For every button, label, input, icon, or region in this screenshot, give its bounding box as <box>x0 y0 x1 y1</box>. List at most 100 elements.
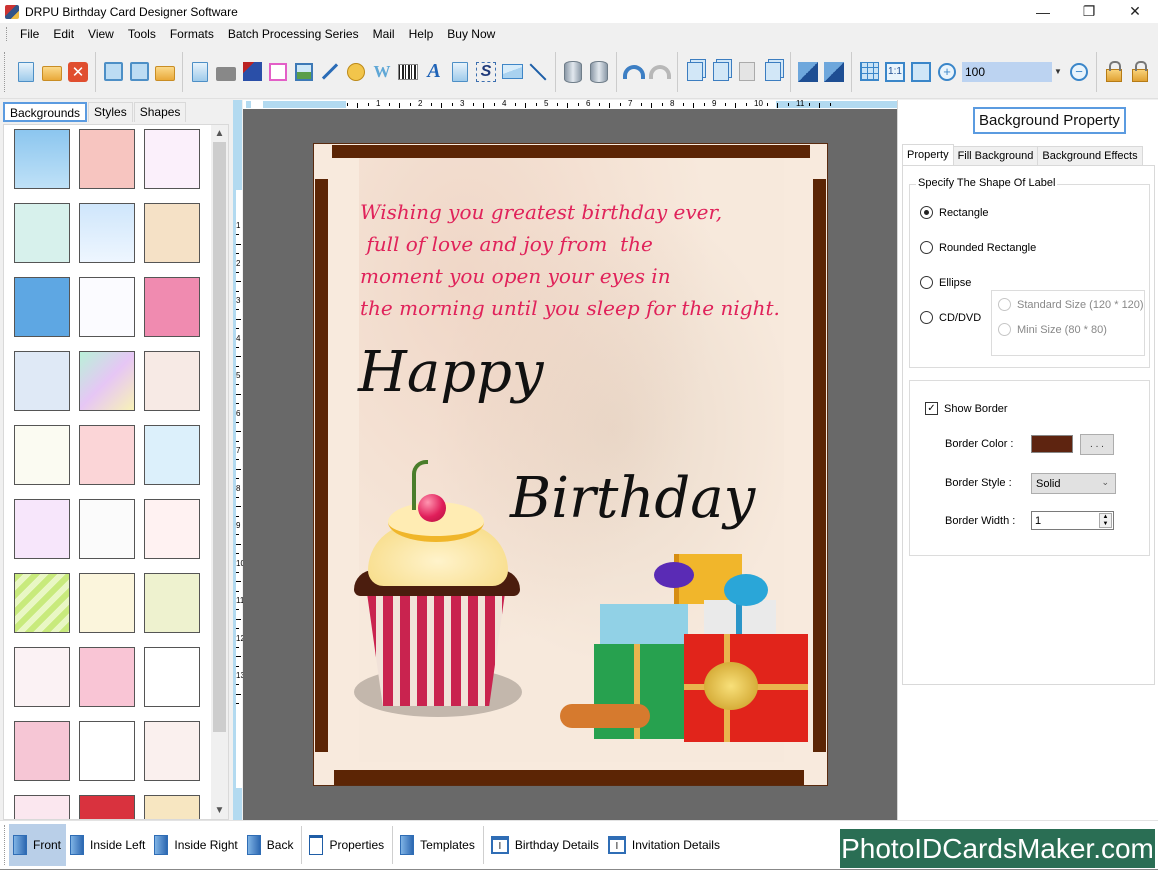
background-thumbnail-balloon-bunches[interactable] <box>79 499 135 559</box>
new-button[interactable] <box>15 61 37 83</box>
unlock-button[interactable] <box>1129 61 1151 83</box>
bring-front-button[interactable] <box>797 61 819 83</box>
styled-text-button[interactable]: S <box>475 61 497 83</box>
background-thumbnail-pink-cakes[interactable] <box>14 795 70 819</box>
signature-button[interactable] <box>319 61 341 83</box>
background-thumbnail-party-banner[interactable] <box>144 795 200 819</box>
card-heading-birthday[interactable]: Birthday <box>510 466 755 531</box>
background-thumbnail-pink-hearts[interactable] <box>79 129 135 189</box>
show-border-checkbox[interactable]: ✓ Show Border <box>925 402 1008 415</box>
send-back-button[interactable] <box>823 61 845 83</box>
background-thumbnail-pink-heart-pattern[interactable] <box>79 647 135 707</box>
zoom-level-input[interactable]: 100 <box>962 61 1052 82</box>
zoom-dropdown-arrow-icon[interactable]: ▼ <box>1054 67 1062 76</box>
print-button[interactable] <box>215 61 237 83</box>
background-thumbnail-red-hearts[interactable] <box>144 499 200 559</box>
tab-fill-background[interactable]: Fill Background <box>952 146 1039 166</box>
radio-button[interactable] <box>920 276 933 289</box>
background-thumbnail-bubbles[interactable] <box>14 351 70 411</box>
stepper-value[interactable]: 1 <box>1035 515 1041 527</box>
background-thumbnail-garden-party[interactable] <box>144 573 200 633</box>
fit-window-button[interactable] <box>910 61 932 83</box>
close-button[interactable]: ✕ <box>67 61 89 83</box>
redo-button[interactable] <box>649 61 671 83</box>
background-thumbnail-pink-stripes[interactable] <box>79 425 135 485</box>
watermark-button[interactable]: W <box>371 61 393 83</box>
cut-button[interactable] <box>684 61 706 83</box>
tab-shapes[interactable]: Shapes <box>133 102 187 122</box>
undo-button[interactable] <box>623 61 645 83</box>
radio-ellipse[interactable]: Ellipse <box>920 276 971 289</box>
radio-button[interactable] <box>920 206 933 219</box>
properties-button[interactable] <box>189 61 211 83</box>
zoom-in-button[interactable]: + <box>936 61 958 83</box>
border-color-picker-button[interactable]: . . . <box>1080 434 1114 455</box>
menu-tools[interactable]: Tools <box>121 27 163 41</box>
menu-view[interactable]: View <box>81 27 121 41</box>
database-button[interactable] <box>588 60 610 83</box>
scroll-down-icon[interactable]: ▼ <box>211 802 228 819</box>
background-thumbnail-rainbow-blur[interactable] <box>79 351 135 411</box>
export-button[interactable] <box>154 61 176 83</box>
menu-formats[interactable]: Formats <box>163 27 221 41</box>
border-width-stepper[interactable]: 1 ▲ ▼ <box>1031 511 1114 530</box>
actual-size-button[interactable]: 1:1 <box>884 61 906 83</box>
word-art-button[interactable] <box>449 61 471 83</box>
delete-button[interactable] <box>762 61 784 83</box>
background-thumbnail-purple-flowers[interactable] <box>144 721 200 781</box>
shapes-button[interactable] <box>345 61 367 83</box>
tab-property[interactable]: Property <box>902 144 954 166</box>
copy-button[interactable] <box>710 61 732 83</box>
background-thumbnail-daisies[interactable] <box>14 203 70 263</box>
lock-button[interactable] <box>1103 61 1125 83</box>
minimize-button[interactable]: — <box>1020 0 1066 23</box>
background-thumbnail-red-silver-hearts[interactable] <box>79 795 135 819</box>
radio-button[interactable] <box>920 241 933 254</box>
barcode-button[interactable] <box>397 61 419 83</box>
checkbox[interactable]: ✓ <box>925 402 938 415</box>
gallery-scrollbar[interactable]: ▲ ▼ <box>211 125 228 819</box>
background-thumbnail-stars[interactable] <box>14 277 70 337</box>
invitation-details-button[interactable]: I Invitation Details <box>604 824 725 866</box>
birthday-card[interactable]: Wishing you greatest birthday ever, full… <box>313 143 828 786</box>
background-thumbnail-winter-scene[interactable] <box>79 203 135 263</box>
scroll-up-icon[interactable]: ▲ <box>211 125 228 142</box>
menu-buy-now[interactable]: Buy Now <box>440 27 502 41</box>
background-thumbnail-gift-boxes[interactable] <box>144 647 200 707</box>
radio-rectangle[interactable]: Rectangle <box>920 206 989 219</box>
cupcake-image[interactable] <box>354 460 534 717</box>
text-button[interactable]: A <box>423 60 445 83</box>
menu-edit[interactable]: Edit <box>46 27 81 41</box>
tab-backgrounds[interactable]: Backgrounds <box>3 102 88 122</box>
stepper-down-icon[interactable]: ▼ <box>1103 521 1109 528</box>
gift-button[interactable] <box>267 61 289 83</box>
save-as-button[interactable] <box>128 61 150 83</box>
menu-file[interactable]: File <box>13 27 46 41</box>
radio-rounded-rectangle[interactable]: Rounded Rectangle <box>920 241 1036 254</box>
background-thumbnail-balloons-bird[interactable] <box>144 203 200 263</box>
paste-button[interactable] <box>736 61 758 83</box>
card-message[interactable]: Wishing you greatest birthday ever, full… <box>360 196 780 324</box>
zoom-out-button[interactable]: − <box>1068 61 1090 83</box>
properties-tab-button[interactable]: Properties <box>305 824 389 866</box>
templates-button[interactable]: Templates <box>396 824 480 866</box>
inside-right-button[interactable]: Inside Right <box>150 824 242 866</box>
border-color-swatch[interactable] <box>1031 435 1073 453</box>
background-thumbnail-pink-party[interactable] <box>144 277 200 337</box>
background-thumbnail-clouds[interactable] <box>14 129 70 189</box>
radio-cd-dvd[interactable]: CD/DVD <box>920 311 981 324</box>
database-add-button[interactable] <box>562 60 584 83</box>
radio-button[interactable] <box>920 311 933 324</box>
close-window-button[interactable]: ✕ <box>1112 0 1158 23</box>
scroll-thumb[interactable] <box>213 142 226 732</box>
front-button[interactable]: Front <box>9 824 67 866</box>
background-thumbnail-green-stripes[interactable] <box>14 573 70 633</box>
save-button[interactable] <box>102 61 124 83</box>
stepper-buttons[interactable]: ▲ ▼ <box>1099 513 1112 528</box>
back-button[interactable]: Back <box>243 824 299 866</box>
insert-image-button[interactable] <box>293 61 315 83</box>
background-thumbnail-happy-birthday-text[interactable] <box>14 425 70 485</box>
background-thumbnail-balloons[interactable] <box>79 277 135 337</box>
menu-batch-processing[interactable]: Batch Processing Series <box>221 27 366 41</box>
background-thumbnail-butterflies[interactable] <box>144 129 200 189</box>
